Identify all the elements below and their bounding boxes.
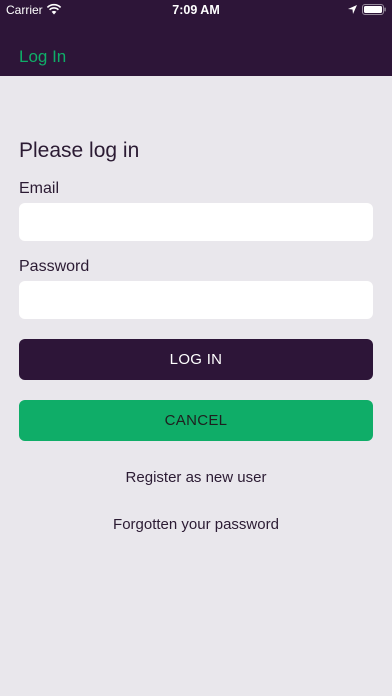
login-button[interactable]: LOG IN bbox=[19, 339, 373, 380]
password-label: Password bbox=[19, 258, 90, 275]
status-bar: Carrier 7:09 AM bbox=[0, 0, 392, 22]
email-label: Email bbox=[19, 180, 60, 197]
register-link[interactable]: Register as new user bbox=[0, 469, 392, 486]
forgot-password-link[interactable]: Forgotten your password bbox=[0, 516, 392, 533]
status-time: 7:09 AM bbox=[172, 3, 220, 17]
cancel-button-label: CANCEL bbox=[164, 412, 228, 429]
nav-title: Log In bbox=[19, 47, 67, 66]
email-field[interactable] bbox=[19, 203, 373, 241]
page-heading: Please log in bbox=[19, 139, 140, 162]
password-field[interactable] bbox=[19, 281, 373, 319]
navigation-bar: Log In bbox=[0, 22, 392, 76]
location-arrow-icon bbox=[348, 5, 357, 14]
cancel-button[interactable]: CANCEL bbox=[19, 400, 373, 441]
login-button-label: LOG IN bbox=[169, 351, 223, 368]
battery-icon bbox=[362, 4, 386, 15]
